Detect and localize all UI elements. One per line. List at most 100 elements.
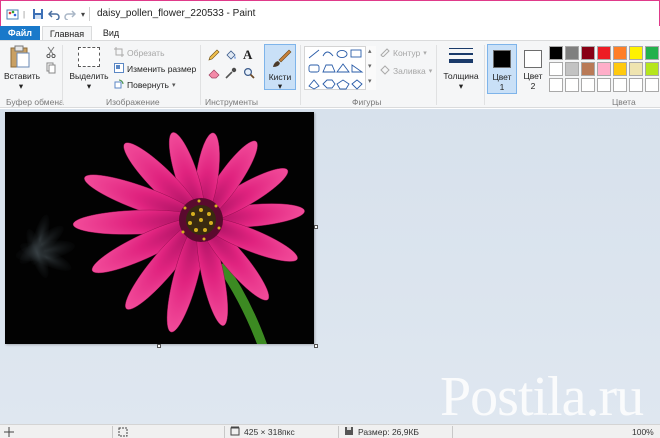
rotate-button[interactable]: Повернуть ▾ bbox=[114, 79, 176, 91]
flower-image bbox=[5, 112, 314, 344]
undo-icon[interactable] bbox=[47, 7, 61, 21]
palette-swatch[interactable] bbox=[645, 78, 659, 92]
palette-swatch[interactable] bbox=[629, 62, 643, 76]
color1-label-line2: 1 bbox=[499, 82, 505, 92]
tab-view[interactable]: Вид bbox=[94, 26, 128, 41]
palette-swatch[interactable] bbox=[581, 78, 595, 92]
select-dropdown-icon[interactable]: ▾ bbox=[68, 81, 110, 92]
file-size: Размер: 26,9КБ bbox=[344, 426, 419, 438]
outline-dropdown-icon: ▾ bbox=[423, 50, 427, 57]
rotate-label: Повернуть bbox=[127, 80, 169, 90]
color1-swatch bbox=[493, 50, 511, 68]
zoom-level[interactable]: 100% bbox=[632, 426, 654, 438]
size-dropdown-icon: ▾ bbox=[458, 81, 464, 91]
customize-qa-icon[interactable]: ▾ bbox=[79, 7, 87, 21]
select-icon[interactable] bbox=[78, 47, 100, 67]
status-bar: 425 × 318пкс Размер: 26,9КБ 100% bbox=[0, 424, 660, 438]
size-label: Толщина bbox=[443, 71, 479, 81]
resize-handle-corner[interactable] bbox=[314, 344, 318, 348]
save-icon[interactable] bbox=[31, 7, 45, 21]
image-dimensions: 425 × 318пкс bbox=[230, 426, 295, 438]
palette-swatch[interactable] bbox=[597, 46, 611, 60]
resize-handle-bottom[interactable] bbox=[157, 344, 161, 348]
paste-dropdown-icon[interactable]: ▾ bbox=[4, 81, 38, 92]
fill-label: Заливка bbox=[393, 66, 426, 76]
palette-swatch[interactable] bbox=[581, 62, 595, 76]
file-size-text: Размер: 26,9КБ bbox=[358, 427, 420, 437]
group-divider bbox=[200, 45, 201, 105]
image-group-label: Изображение bbox=[106, 97, 160, 107]
outline-button[interactable]: Контур ▾ bbox=[380, 47, 427, 59]
group-divider bbox=[484, 45, 485, 105]
fill-button[interactable]: Заливка ▾ bbox=[380, 65, 432, 77]
tools-group-label: Инструменты bbox=[205, 97, 259, 107]
select-button[interactable]: Выделить bbox=[68, 71, 110, 81]
status-divider bbox=[112, 426, 113, 438]
expand-gallery-icon[interactable]: ▾ bbox=[368, 77, 372, 85]
brush-icon bbox=[270, 48, 292, 72]
fill-shape-icon bbox=[380, 65, 390, 77]
palette-swatch[interactable] bbox=[645, 46, 659, 60]
fill-icon[interactable] bbox=[225, 49, 237, 63]
scroll-down-icon[interactable]: ▾ bbox=[368, 62, 372, 70]
selection-size-icon bbox=[118, 426, 128, 438]
eraser-icon[interactable] bbox=[208, 67, 220, 81]
palette-swatch[interactable] bbox=[613, 78, 627, 92]
color2-button[interactable]: Цвет 2 bbox=[520, 44, 546, 94]
image-dimensions-icon bbox=[230, 426, 240, 438]
window-title: daisy_pollen_flower_220533 - Paint bbox=[97, 8, 256, 19]
cursor-position-icon bbox=[4, 426, 14, 438]
color2-label-line1: Цвет bbox=[523, 71, 543, 81]
crop-label: Обрезать bbox=[127, 48, 165, 58]
palette-swatch[interactable] bbox=[549, 62, 563, 76]
palette-swatch[interactable] bbox=[565, 46, 579, 60]
text-tool-icon[interactable]: A bbox=[243, 47, 252, 63]
paste-button[interactable]: Вставить bbox=[4, 71, 40, 81]
palette-swatch[interactable] bbox=[549, 46, 563, 60]
shapes-gallery-icons bbox=[308, 49, 364, 90]
palette-swatch[interactable] bbox=[549, 78, 563, 92]
resize-button[interactable]: Изменить размер bbox=[114, 63, 196, 75]
palette-swatch[interactable] bbox=[565, 62, 579, 76]
crop-button[interactable]: Обрезать bbox=[114, 47, 165, 59]
redo-icon[interactable] bbox=[63, 7, 77, 21]
tab-file[interactable]: Файл bbox=[0, 26, 40, 41]
image-dimensions-text: 425 × 318пкс bbox=[244, 427, 295, 437]
palette-swatch[interactable] bbox=[597, 62, 611, 76]
image-canvas[interactable] bbox=[5, 112, 314, 344]
status-divider bbox=[224, 426, 225, 438]
tab-home[interactable]: Главная bbox=[42, 26, 92, 41]
palette-swatch[interactable] bbox=[629, 78, 643, 92]
brushes-button[interactable]: Кисти ▾ bbox=[264, 44, 296, 91]
color2-label-line2: 2 bbox=[530, 81, 536, 91]
magnifier-icon[interactable] bbox=[243, 67, 255, 81]
status-divider bbox=[452, 426, 453, 438]
color1-button[interactable]: Цвет 1 bbox=[487, 44, 517, 94]
resize-label: Изменить размер bbox=[127, 64, 197, 74]
rotate-icon bbox=[114, 79, 124, 91]
palette-swatch[interactable] bbox=[565, 78, 579, 92]
cut-icon[interactable] bbox=[46, 46, 56, 60]
scroll-up-icon[interactable]: ▴ bbox=[368, 47, 372, 55]
shapes-scroll[interactable]: ▴ ▾ ▾ bbox=[365, 46, 376, 90]
paste-icon[interactable] bbox=[9, 45, 31, 71]
palette-swatch[interactable] bbox=[645, 62, 659, 76]
fill-dropdown-icon: ▾ bbox=[428, 68, 433, 75]
resize-handle-right[interactable] bbox=[314, 225, 318, 229]
palette-swatch[interactable] bbox=[613, 62, 627, 76]
pencil-icon[interactable] bbox=[208, 49, 220, 63]
outline-label: Контур bbox=[393, 48, 421, 58]
group-divider bbox=[300, 45, 301, 105]
copy-icon[interactable] bbox=[46, 62, 56, 76]
palette-swatch[interactable] bbox=[581, 46, 595, 60]
palette-swatch[interactable] bbox=[597, 78, 611, 92]
shapes-group-label: Фигуры bbox=[352, 97, 382, 107]
palette-swatch[interactable] bbox=[629, 46, 643, 60]
paint-app-icon[interactable] bbox=[5, 7, 19, 21]
palette-swatch[interactable] bbox=[613, 46, 627, 60]
color-palette bbox=[549, 46, 659, 92]
watermark-text: Postila.ru bbox=[440, 366, 644, 424]
ribbon: Вставить ▾ Буфер обмена Выделить ▾ Обрез… bbox=[0, 40, 660, 108]
group-divider bbox=[62, 45, 63, 105]
color-picker-icon[interactable] bbox=[225, 67, 237, 81]
